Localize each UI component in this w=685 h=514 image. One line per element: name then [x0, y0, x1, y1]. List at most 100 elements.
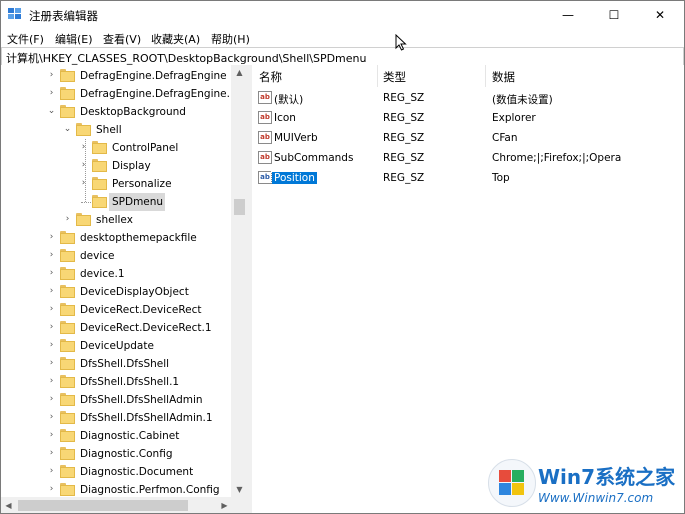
folder-icon: [60, 357, 75, 370]
minimize-button[interactable]: —: [545, 1, 591, 29]
menu-help[interactable]: 帮助(H): [211, 31, 250, 47]
collapse-chevron-icon[interactable]: ⌄: [47, 106, 56, 117]
folder-icon: [60, 285, 75, 298]
tree-item[interactable]: › DefragEngine.DefragEngine.1: [1, 85, 237, 103]
tree-item[interactable]: › shellex: [1, 211, 231, 229]
value-data: CFan: [492, 132, 518, 144]
folder-icon: [60, 339, 75, 352]
expand-chevron-icon[interactable]: ›: [47, 304, 56, 315]
tree-item-label: shellex: [96, 214, 133, 226]
tree-item[interactable]: › device: [1, 247, 231, 265]
expand-chevron-icon[interactable]: ›: [79, 142, 88, 153]
folder-icon-body: [92, 197, 107, 208]
tree-item[interactable]: › DfsShell.DfsShellAdmin.1: [1, 409, 231, 427]
tree-item[interactable]: ⌄ DesktopBackground: [1, 103, 231, 121]
tree-vertical-scrollbar[interactable]: ▲ ▼: [231, 65, 248, 497]
value-row[interactable]: ab Position REG_SZ Top: [252, 168, 684, 188]
column-divider[interactable]: [485, 65, 486, 87]
maximize-button[interactable]: ☐: [591, 1, 637, 29]
tree-connector: [81, 202, 91, 203]
scroll-thumb[interactable]: [234, 199, 245, 215]
folder-icon: [60, 69, 75, 82]
tree-item[interactable]: › Display: [1, 157, 231, 175]
scroll-left-icon[interactable]: ◀: [1, 497, 16, 513]
folder-icon-body: [60, 395, 75, 406]
expand-chevron-icon[interactable]: ›: [47, 88, 56, 99]
value-data: Explorer: [492, 112, 536, 124]
expand-chevron-icon[interactable]: ›: [47, 232, 56, 243]
tree-item-label: DeviceRect.DeviceRect: [80, 304, 202, 316]
tree-item[interactable]: › Diagnostic.Perfmon.Config: [1, 481, 231, 497]
string-value-icon: ab: [258, 151, 272, 164]
column-header-data[interactable]: 数据: [492, 69, 515, 85]
tree-horizontal-scrollbar[interactable]: ◀ ▶: [1, 497, 248, 513]
folder-icon: [92, 159, 107, 172]
tree-item[interactable]: › DeviceDisplayObject: [1, 283, 231, 301]
scroll-thumb-horizontal[interactable]: [18, 500, 188, 511]
folder-icon: [60, 393, 75, 406]
expand-chevron-icon[interactable]: ›: [47, 70, 56, 81]
expand-chevron-icon[interactable]: ›: [47, 268, 56, 279]
column-header-type[interactable]: 类型: [383, 69, 406, 85]
menu-edit[interactable]: 编辑(E): [55, 31, 93, 47]
column-header-name[interactable]: 名称: [259, 69, 282, 85]
value-data: Chrome;|;Firefox;|;Opera: [492, 152, 622, 164]
expand-chevron-icon[interactable]: ›: [63, 214, 72, 225]
folder-icon: [60, 321, 75, 334]
expand-chevron-icon[interactable]: ›: [79, 178, 88, 189]
scroll-up-icon[interactable]: ▲: [231, 65, 248, 80]
column-divider[interactable]: [377, 65, 378, 87]
title-bar[interactable]: 注册表编辑器 — ☐ ✕: [1, 1, 684, 29]
tree-item[interactable]: › desktopthemepackfile: [1, 229, 231, 247]
value-row[interactable]: ab Icon REG_SZ Explorer: [252, 108, 684, 128]
expand-chevron-icon[interactable]: ›: [47, 250, 56, 261]
scroll-down-icon[interactable]: ▼: [231, 482, 248, 497]
collapse-chevron-icon[interactable]: ⌄: [63, 124, 72, 135]
value-row[interactable]: ab SubCommands REG_SZ Chrome;|;Firefox;|;Op…: [252, 148, 684, 168]
tree-item[interactable]: › Diagnostic.Cabinet: [1, 427, 231, 445]
value-data: Top: [492, 172, 510, 184]
tree-item[interactable]: ⌄ Shell: [1, 121, 231, 139]
expand-chevron-icon[interactable]: ›: [47, 484, 56, 495]
expand-chevron-icon[interactable]: ›: [47, 340, 56, 351]
expand-chevron-icon[interactable]: ›: [47, 412, 56, 423]
menu-view[interactable]: 查看(V): [103, 31, 141, 47]
tree-item[interactable]: › DefragEngine.DefragEngine: [1, 67, 231, 85]
value-row[interactable]: ab (默认) REG_SZ (数值未设置): [252, 88, 684, 108]
tree-item[interactable]: › Diagnostic.Config: [1, 445, 231, 463]
menu-file[interactable]: 文件(F): [7, 31, 44, 47]
expand-chevron-icon[interactable]: ›: [79, 160, 88, 171]
expand-chevron-icon[interactable]: ›: [47, 358, 56, 369]
tree-item[interactable]: › DeviceRect.DeviceRect: [1, 301, 231, 319]
tree-item[interactable]: › Diagnostic.Document: [1, 463, 231, 481]
expand-chevron-icon[interactable]: ›: [47, 466, 56, 477]
scroll-right-icon[interactable]: ▶: [217, 497, 232, 513]
tree-item[interactable]: › DeviceRect.DeviceRect.1: [1, 319, 231, 337]
regedit-app-icon: [8, 8, 21, 19]
value-row[interactable]: ab MUIVerb REG_SZ CFan: [252, 128, 684, 148]
expand-chevron-icon[interactable]: ›: [47, 394, 56, 405]
tree-item-label: DefragEngine.DefragEngine.1: [80, 88, 237, 100]
address-bar[interactable]: 计算机\HKEY_CLASSES_ROOT\DesktopBackground\…: [1, 47, 684, 67]
menu-bar: 文件(F) 编辑(E) 查看(V) 收藏夹(A) 帮助(H): [1, 29, 684, 47]
folder-icon: [92, 141, 107, 154]
close-button[interactable]: ✕: [637, 1, 683, 29]
tree-item-label: DeviceRect.DeviceRect.1: [80, 322, 212, 334]
tree-item[interactable]: › ControlPanel: [1, 139, 231, 157]
menu-favorites[interactable]: 收藏夹(A): [151, 31, 200, 47]
folder-icon: [60, 249, 75, 262]
tree-item[interactable]: › DfsShell.DfsShellAdmin: [1, 391, 231, 409]
tree-item[interactable]: › DfsShell.DfsShell: [1, 355, 231, 373]
expand-chevron-icon[interactable]: ›: [47, 376, 56, 387]
expand-chevron-icon[interactable]: ›: [47, 430, 56, 441]
tree-item[interactable]: › device.1: [1, 265, 231, 283]
tree-item[interactable]: › DeviceUpdate: [1, 337, 231, 355]
expand-chevron-icon[interactable]: ›: [47, 286, 56, 297]
expand-chevron-icon[interactable]: ›: [47, 448, 56, 459]
expand-chevron-icon[interactable]: ›: [47, 322, 56, 333]
tree-item-label: desktopthemepackfile: [80, 232, 197, 244]
tree-item[interactable]: › Personalize: [1, 175, 231, 193]
values-list: 名称 类型 数据 ab (默认) REG_SZ (数值未设置) ab Icon REG_SZ…: [252, 65, 684, 513]
tree-item[interactable]: › DfsShell.DfsShell.1: [1, 373, 231, 391]
tree-item[interactable]: SPDmenu: [1, 193, 231, 211]
